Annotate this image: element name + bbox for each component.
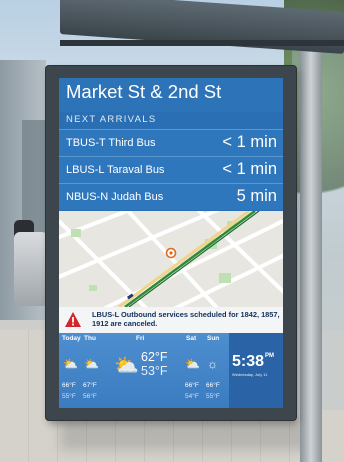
- arrival-row[interactable]: LBUS-L Taraval Bus < 1 min: [59, 156, 283, 183]
- route-map[interactable]: [59, 211, 283, 307]
- low-temp: 55°F: [206, 393, 220, 400]
- forecast-day: Fri: [136, 335, 145, 342]
- parked-car: [14, 232, 48, 306]
- low-temp: 55°F: [62, 393, 76, 400]
- forecast-day: Thu: [84, 335, 96, 342]
- high-temp: 62°F: [141, 350, 168, 364]
- clock-date: Wednesday, July 11: [232, 372, 268, 377]
- arrival-eta: 5 min: [236, 187, 277, 205]
- arrival-eta: < 1 min: [222, 160, 277, 178]
- low-temp: 56°F: [83, 393, 97, 400]
- stop-name: Market St & 2nd St: [66, 81, 222, 102]
- service-alert[interactable]: LBUS-L Outbound services scheduled for 1…: [59, 307, 283, 333]
- arrival-row[interactable]: TBUS-T Third Bus < 1 min: [59, 129, 283, 156]
- weather-forecast: Today Thu Fri Sat Sun ⛅ ⛅ ⛅ ⛅ ☼ 66°F 55°…: [59, 333, 283, 408]
- header: Market St & 2nd St: [59, 78, 283, 112]
- partly-cloudy-icon: ⛅: [84, 357, 99, 371]
- route-name: LBUS-L Taraval Bus: [66, 164, 165, 176]
- time-value: 5:38: [232, 353, 265, 370]
- high-temp: 66°F: [206, 382, 220, 389]
- low-temp: 53°F: [141, 364, 168, 378]
- clock-panel: 5:38PM Wednesday, July 11: [229, 333, 283, 408]
- sunny-icon: ☼: [207, 357, 218, 371]
- route-name: NBUS-N Judah Bus: [66, 191, 164, 203]
- forecast-day: Sat: [186, 335, 197, 342]
- map-graphic: [59, 211, 283, 307]
- warning-triangle-icon: [65, 312, 81, 327]
- partly-cloudy-icon: ⛅: [63, 357, 78, 371]
- low-temp: 54°F: [185, 393, 199, 400]
- high-temp: 66°F: [62, 382, 76, 389]
- arrival-display: Market St & 2nd St NEXT ARRIVALS TBUS-T …: [59, 78, 283, 408]
- alert-message: LBUS-L Outbound services scheduled for 1…: [92, 310, 280, 328]
- route-name: TBUS-T Third Bus: [66, 137, 156, 149]
- arrival-eta: < 1 min: [222, 133, 277, 151]
- arrival-row[interactable]: NBUS-N Judah Bus 5 min: [59, 183, 283, 210]
- partly-cloudy-icon: ⛅: [114, 355, 139, 377]
- partly-cloudy-icon: ⛅: [185, 357, 200, 371]
- forecast-day: Today: [62, 335, 81, 342]
- section-label: NEXT ARRIVALS: [66, 114, 157, 125]
- shelter-post: [300, 40, 322, 462]
- clock-time: 5:38PM: [232, 353, 274, 371]
- am-pm: PM: [265, 353, 275, 359]
- high-temp: 67°F: [83, 382, 97, 389]
- high-temp: 66°F: [185, 382, 199, 389]
- forecast-day: Sun: [207, 335, 220, 342]
